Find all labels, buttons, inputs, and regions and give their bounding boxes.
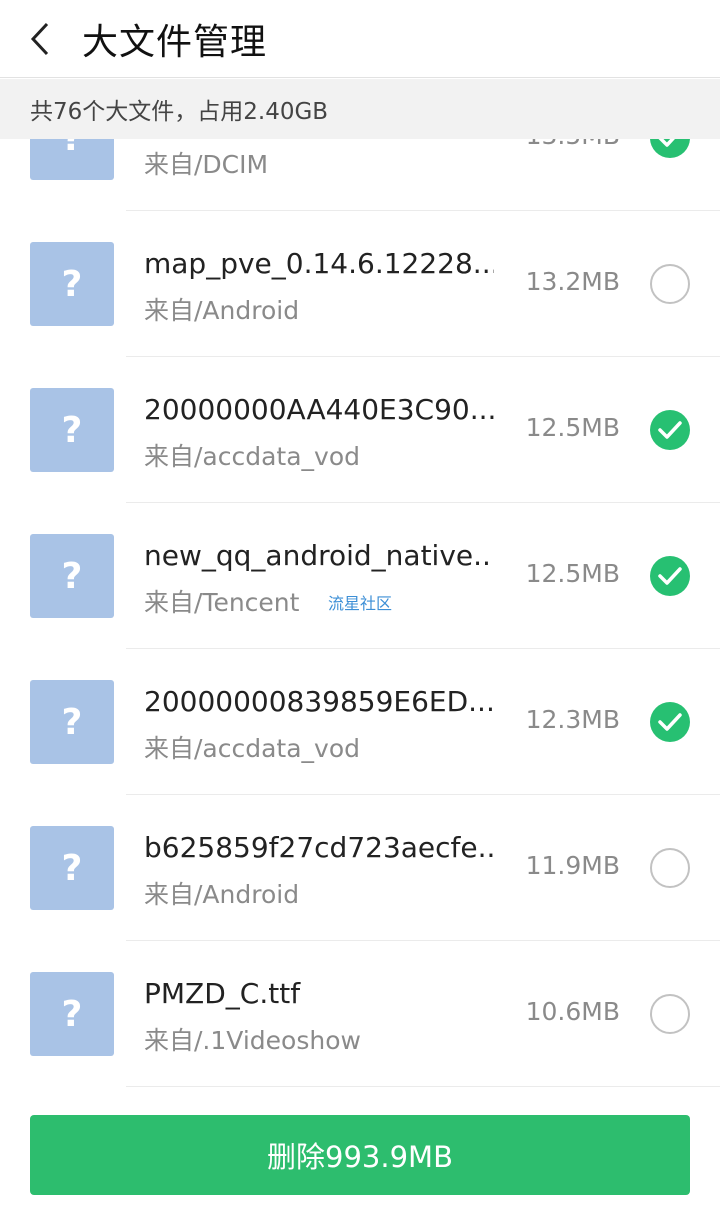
file-thumbnail-icon: ?: [30, 826, 114, 910]
file-name: b625859f27cd723aecfe...: [144, 831, 494, 864]
footer: 删除993.9MB: [0, 1099, 720, 1214]
file-thumbnail-icon: ?: [30, 139, 114, 180]
file-size: 11.9MB: [525, 851, 620, 880]
file-thumbnail-icon: ?: [30, 242, 114, 326]
file-source: 来自/accdata_vod: [144, 442, 361, 471]
file-row[interactable]: ? b625859f27cd723aecfe... 来自/Android 11.9MB: [0, 795, 720, 941]
delete-button[interactable]: 删除993.9MB: [30, 1115, 690, 1195]
file-thumbnail-icon: ?: [30, 388, 114, 472]
file-list[interactable]: ? 来自/DCIM 13.5MB? map_pve_0.14.6.12228.... 来…: [0, 139, 720, 1099]
checkmark-icon: [658, 567, 682, 585]
file-list-inner: ? 来自/DCIM 13.5MB? map_pve_0.14.6.12228.... 来…: [0, 139, 720, 1087]
file-name: new_qq_android_native...: [144, 539, 494, 572]
watermark-text: 流星社区: [328, 594, 393, 613]
file-source: 来自/Android: [144, 296, 300, 325]
file-source: 来自/Tencent: [144, 588, 300, 617]
summary-text: 共76个大文件，占用2.40GB: [30, 99, 329, 125]
file-thumbnail-icon: ?: [30, 680, 114, 764]
checkmark-icon: [658, 713, 682, 731]
back-button[interactable]: [0, 0, 80, 78]
file-row[interactable]: ? new_qq_android_native... 来自/Tencent 流星社区 1…: [0, 503, 720, 649]
checkbox-checked[interactable]: [650, 410, 690, 450]
file-row[interactable]: ? 20000000AA440E3C90... 来自/accdata_vod 12.5…: [0, 357, 720, 503]
checkbox-unchecked[interactable]: [650, 264, 690, 304]
file-source: 来自/.1Videoshow: [144, 1026, 361, 1055]
checkbox-checked[interactable]: [650, 556, 690, 596]
chevron-left-icon: [30, 22, 49, 55]
file-source: 来自/DCIM: [144, 150, 269, 179]
file-row[interactable]: ? PMZD_C.ttf 来自/.1Videoshow 10.6MB: [0, 941, 720, 1087]
summary-bar: 共76个大文件，占用2.40GB: [0, 79, 720, 139]
file-size: 12.5MB: [525, 559, 620, 588]
file-size: 12.5MB: [525, 413, 620, 442]
file-size: 13.2MB: [525, 267, 620, 296]
checkbox-unchecked[interactable]: [650, 848, 690, 888]
file-name: PMZD_C.ttf: [144, 977, 301, 1010]
file-row[interactable]: ? 20000000839859E6ED... 来自/accdata_vod 12.3…: [0, 649, 720, 795]
app-root: 大文件管理 共76个大文件，占用2.40GB ? 来自/DCIM 13.5MB? ma…: [0, 0, 720, 1214]
checkbox-checked[interactable]: [650, 702, 690, 742]
file-name: 20000000AA440E3C90...: [144, 393, 494, 426]
file-size: 13.5MB: [526, 139, 620, 150]
file-row[interactable]: ? map_pve_0.14.6.12228.... 来自/Android 13.2M…: [0, 211, 720, 357]
checkmark-icon: [658, 139, 675, 147]
file-source: 来自/accdata_vod: [144, 734, 361, 763]
file-thumbnail-icon: ?: [30, 534, 114, 618]
file-source: 来自/Android: [144, 880, 300, 909]
file-size: 10.6MB: [525, 997, 620, 1026]
checkbox-unchecked[interactable]: [650, 994, 690, 1034]
file-row[interactable]: ? 来自/DCIM 13.5MB: [0, 139, 720, 211]
file-name: 20000000839859E6ED...: [144, 685, 494, 718]
page-title: 大文件管理: [82, 21, 268, 63]
file-size: 12.3MB: [525, 705, 620, 734]
file-name: map_pve_0.14.6.12228....: [144, 247, 494, 280]
file-thumbnail-icon: ?: [30, 972, 114, 1056]
header: 大文件管理: [0, 0, 720, 78]
checkbox-checked[interactable]: [650, 139, 690, 158]
checkmark-icon: [658, 421, 682, 439]
